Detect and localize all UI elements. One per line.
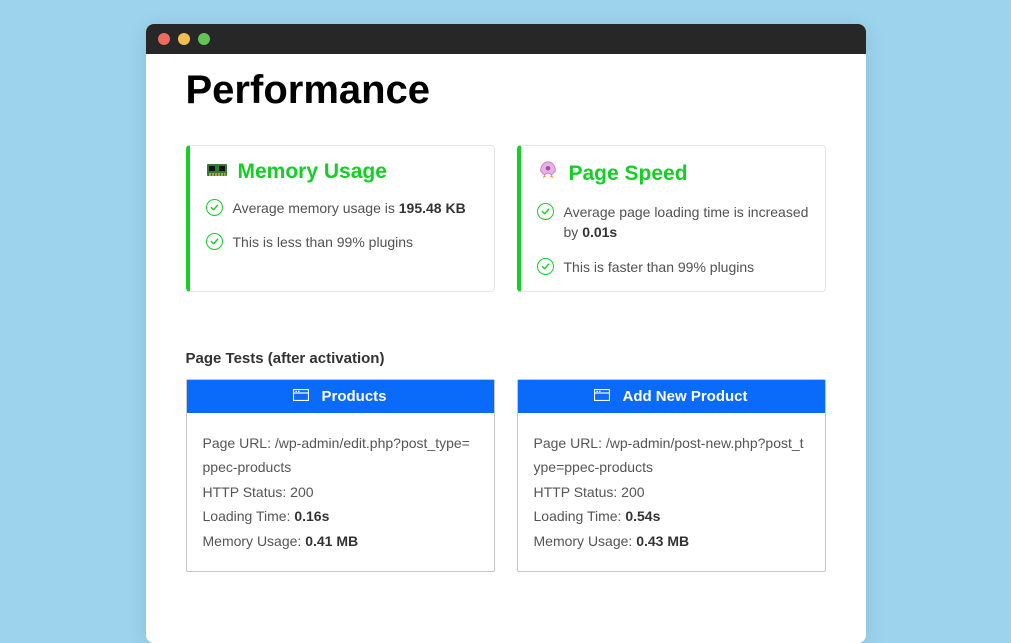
value: 0.41 MB bbox=[305, 533, 358, 549]
products-status-row: HTTP Status: 200 bbox=[203, 480, 478, 505]
speed-stat-2-text: This is faster than 99% plugins bbox=[564, 257, 755, 277]
add-product-memory-row: Memory Usage: 0.43 MB bbox=[534, 529, 809, 554]
add-product-url-row: Page URL: /wp-admin/post-new.php?post_ty… bbox=[534, 431, 809, 480]
add-product-test-title: Add New Product bbox=[622, 388, 747, 405]
label: Page URL: bbox=[534, 435, 606, 451]
value: 0.54s bbox=[625, 508, 660, 524]
speed-card-title: Page Speed bbox=[569, 162, 688, 186]
text-fragment: Average memory usage is bbox=[233, 200, 399, 216]
check-icon bbox=[206, 199, 223, 216]
speed-stat-1-text: Average page loading time is increased b… bbox=[564, 202, 809, 243]
label: Memory Usage: bbox=[203, 533, 306, 549]
window-titlebar bbox=[146, 24, 866, 54]
memory-stat-1-text: Average memory usage is 195.48 KB bbox=[233, 198, 466, 218]
window-icon bbox=[293, 388, 309, 405]
memory-card-title: Memory Usage bbox=[238, 160, 387, 184]
label: Loading Time: bbox=[534, 508, 626, 524]
label: Memory Usage: bbox=[534, 533, 637, 549]
page-speed-card: Page Speed Average page loading time is … bbox=[517, 145, 826, 292]
check-icon bbox=[537, 203, 554, 220]
label: HTTP Status: bbox=[203, 484, 291, 500]
products-test-card: Products Page URL: /wp-admin/edit.php?po… bbox=[186, 379, 495, 573]
add-product-test-card: Add New Product Page URL: /wp-admin/post… bbox=[517, 379, 826, 573]
value: 200 bbox=[290, 484, 313, 500]
check-icon bbox=[537, 258, 554, 275]
memory-stat-1: Average memory usage is 195.48 KB bbox=[206, 198, 478, 218]
rocket-icon bbox=[537, 160, 559, 188]
label: Loading Time: bbox=[203, 508, 295, 524]
add-product-loading-row: Loading Time: 0.54s bbox=[534, 504, 809, 529]
memory-stat-2: This is less than 99% plugins bbox=[206, 232, 478, 252]
page-tests-header: Page Tests (after activation) bbox=[186, 350, 826, 367]
content-area: Performance Memory Usage Average memory … bbox=[146, 54, 866, 602]
memory-usage-card: Memory Usage Average memory usage is 195… bbox=[186, 145, 495, 292]
label: HTTP Status: bbox=[534, 484, 622, 500]
add-product-status-row: HTTP Status: 200 bbox=[534, 480, 809, 505]
tests-row: Products Page URL: /wp-admin/edit.php?po… bbox=[186, 379, 826, 573]
app-window: Performance Memory Usage Average memory … bbox=[146, 24, 866, 643]
products-url-row: Page URL: /wp-admin/edit.php?post_type=p… bbox=[203, 431, 478, 480]
page-title: Performance bbox=[186, 68, 826, 113]
summary-row: Memory Usage Average memory usage is 195… bbox=[186, 145, 826, 292]
text-bold: 0.01s bbox=[582, 224, 617, 240]
close-icon[interactable] bbox=[158, 33, 170, 45]
products-test-title: Products bbox=[321, 388, 386, 405]
value: 0.43 MB bbox=[636, 533, 689, 549]
products-test-body: Page URL: /wp-admin/edit.php?post_type=p… bbox=[187, 413, 494, 572]
memory-card-header: Memory Usage bbox=[206, 160, 478, 184]
memory-chip-icon bbox=[206, 161, 228, 184]
products-test-header: Products bbox=[187, 380, 494, 413]
products-loading-row: Loading Time: 0.16s bbox=[203, 504, 478, 529]
speed-stat-1: Average page loading time is increased b… bbox=[537, 202, 809, 243]
maximize-icon[interactable] bbox=[198, 33, 210, 45]
text-bold: 195.48 KB bbox=[399, 200, 466, 216]
window-icon bbox=[594, 388, 610, 405]
minimize-icon[interactable] bbox=[178, 33, 190, 45]
value: 0.16s bbox=[294, 508, 329, 524]
value: 200 bbox=[621, 484, 644, 500]
speed-card-header: Page Speed bbox=[537, 160, 809, 188]
check-icon bbox=[206, 233, 223, 250]
memory-stat-2-text: This is less than 99% plugins bbox=[233, 232, 414, 252]
label: Page URL: bbox=[203, 435, 275, 451]
products-memory-row: Memory Usage: 0.41 MB bbox=[203, 529, 478, 554]
add-product-test-header: Add New Product bbox=[518, 380, 825, 413]
speed-stat-2: This is faster than 99% plugins bbox=[537, 257, 809, 277]
add-product-test-body: Page URL: /wp-admin/post-new.php?post_ty… bbox=[518, 413, 825, 572]
